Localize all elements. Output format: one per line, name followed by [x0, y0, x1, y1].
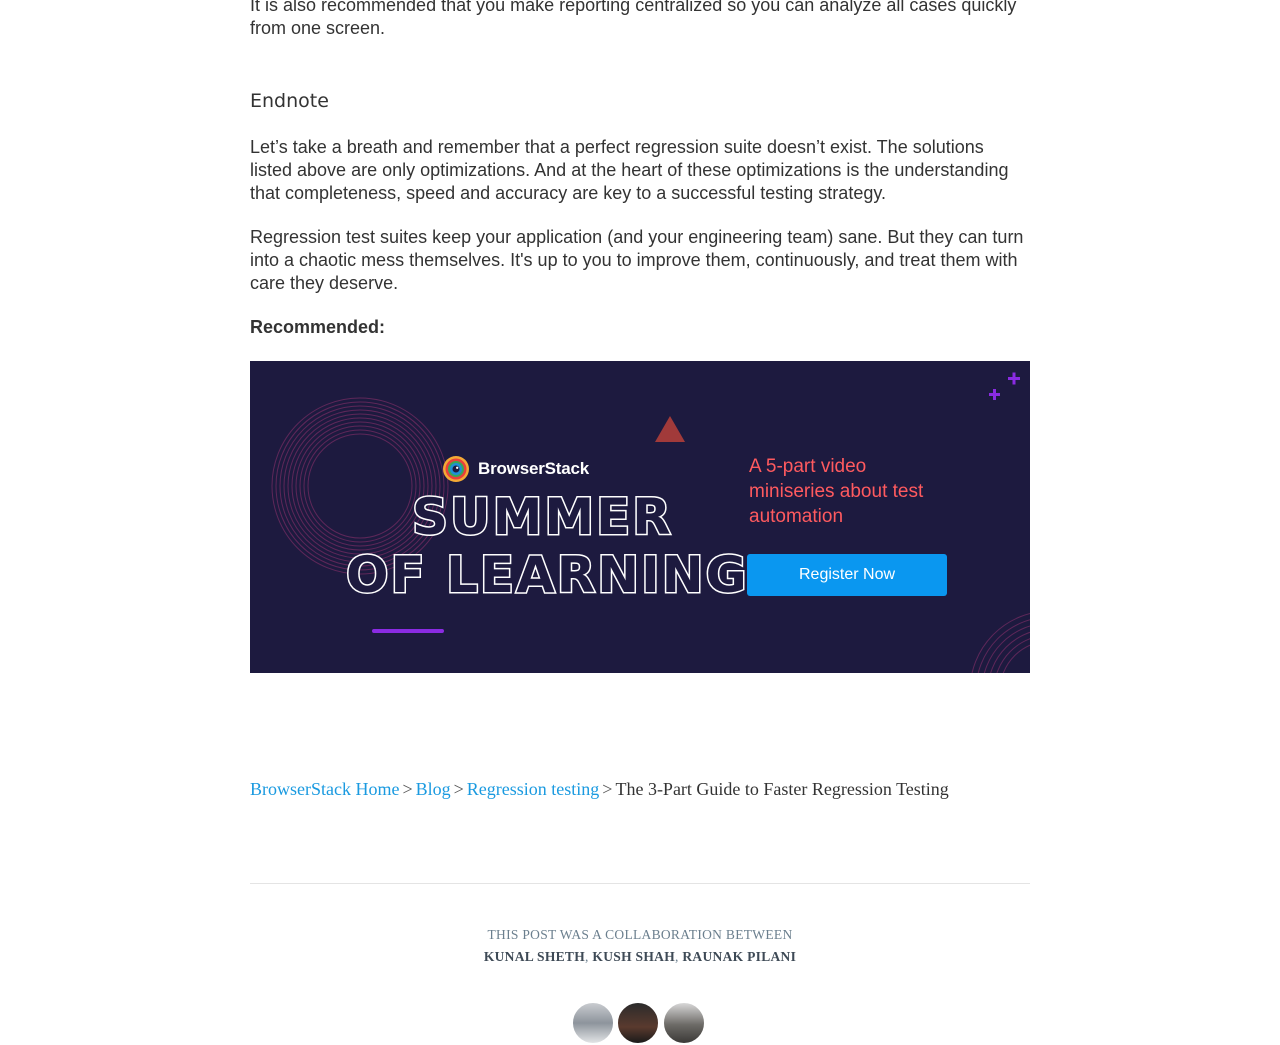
author-avatars — [571, 1001, 711, 1045]
breadcrumb-separator: > — [402, 779, 413, 799]
summer-of-learning-banner[interactable]: BrowserStack SUMMER OF LEARNING A 5-part… — [250, 361, 1030, 673]
breadcrumb-separator: > — [453, 779, 464, 799]
breadcrumb-browserstack-home[interactable]: BrowserStack Home — [250, 779, 399, 799]
breadcrumb-regression-testing[interactable]: Regression testing — [467, 779, 600, 799]
breadcrumb-blog[interactable]: Blog — [416, 779, 451, 799]
author-separator: , — [675, 949, 679, 964]
avatar[interactable] — [616, 1001, 660, 1045]
section-divider — [250, 883, 1030, 884]
avatar[interactable] — [571, 1001, 615, 1045]
endnote-heading: Endnote — [250, 90, 329, 112]
banner-title-line2: OF LEARNING — [345, 546, 749, 605]
author-link-raunak-pilani[interactable]: RAUNAK PILANI — [682, 949, 796, 964]
browserstack-logo-text: BrowserStack — [478, 459, 589, 478]
endnote-paragraph-2: Regression test suites keep your applica… — [250, 227, 1024, 293]
author-separator: , — [585, 949, 589, 964]
author-link-kunal-sheth[interactable]: KUNAL SHETH — [484, 949, 585, 964]
browserstack-logo: BrowserStack — [442, 455, 589, 483]
recommended-label: Recommended: — [250, 317, 386, 337]
breadcrumb-current-page: The 3-Part Guide to Faster Regression Te… — [615, 779, 949, 799]
breadcrumb-separator: > — [602, 779, 613, 799]
collaboration-heading: THIS POST WAS A COLLABORATION BETWEEN — [487, 927, 793, 942]
avatar[interactable] — [662, 1001, 706, 1045]
endnote-paragraph-1: Let’s take a breath and remember that a … — [250, 137, 1009, 203]
banner-title-line1: SUMMER — [411, 488, 673, 547]
banner-tagline: A 5-part video miniseries about test aut… — [749, 456, 924, 527]
breadcrumb: BrowserStack Home > Blog > Regression testin… — [250, 777, 949, 801]
register-now-button[interactable]: Register Now — [747, 554, 947, 596]
collaboration-authors: KUNAL SHETH, KUSH SHAH, RAUNAK PILANI — [250, 949, 1030, 965]
intro-paragraph-tail: It is also recommended that you make rep… — [250, 0, 1017, 38]
author-link-kush-shah[interactable]: KUSH SHAH — [592, 949, 675, 964]
browserstack-logo-icon — [443, 456, 469, 482]
